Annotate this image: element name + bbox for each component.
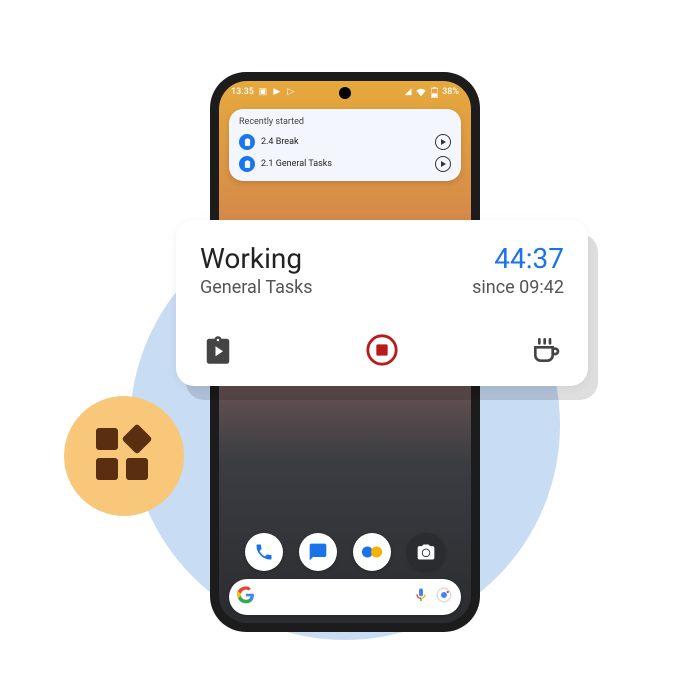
dock: [219, 533, 471, 571]
mic-icon[interactable]: [413, 587, 429, 607]
search-bar[interactable]: [229, 579, 461, 615]
play-icon[interactable]: [435, 156, 451, 172]
messages-app-icon[interactable]: [299, 533, 337, 571]
recent-item-label: 2.1 General Tasks: [261, 159, 429, 169]
card-elapsed: 44:37: [472, 242, 564, 275]
camera-hole: [339, 87, 351, 99]
lens-icon[interactable]: [435, 586, 453, 608]
status-app-icon: ▣: [258, 87, 268, 97]
camera-app-icon[interactable]: [407, 533, 445, 571]
widgets-badge: [64, 396, 184, 516]
coffee-break-button[interactable]: [528, 332, 564, 368]
recent-widget-title: Recently started: [239, 117, 451, 127]
stop-button[interactable]: [364, 332, 400, 368]
card-subtitle: General Tasks: [200, 277, 313, 298]
widgets-icon: [96, 428, 152, 484]
status-battery-icon: [429, 87, 439, 97]
play-icon[interactable]: [435, 134, 451, 150]
recent-item-label: 2.4 Break: [261, 137, 429, 147]
status-signal-icon: ◢: [403, 87, 413, 97]
google-logo-icon: [237, 586, 255, 608]
timer-card: Working General Tasks 44:37 since 09:42: [176, 220, 588, 386]
card-since: since 09:42: [472, 277, 564, 298]
recent-item[interactable]: 2.4 Break: [239, 131, 451, 153]
recent-item[interactable]: 2.1 General Tasks: [239, 153, 451, 175]
tracker-app-icon[interactable]: [353, 533, 391, 571]
status-battery-text: 38%: [442, 87, 459, 97]
card-title: Working: [200, 242, 313, 275]
status-time: 13:35: [231, 87, 254, 97]
status-wifi-icon: [416, 87, 426, 97]
clipboard-play-button[interactable]: [200, 332, 236, 368]
status-youtube-icon: ▶: [272, 87, 282, 97]
phone-app-icon[interactable]: [245, 533, 283, 571]
task-icon: [239, 134, 255, 150]
task-icon: [239, 156, 255, 172]
status-cast-icon: ▷: [286, 87, 296, 97]
recent-widget[interactable]: Recently started 2.4 Break 2.1 General T…: [229, 109, 461, 181]
